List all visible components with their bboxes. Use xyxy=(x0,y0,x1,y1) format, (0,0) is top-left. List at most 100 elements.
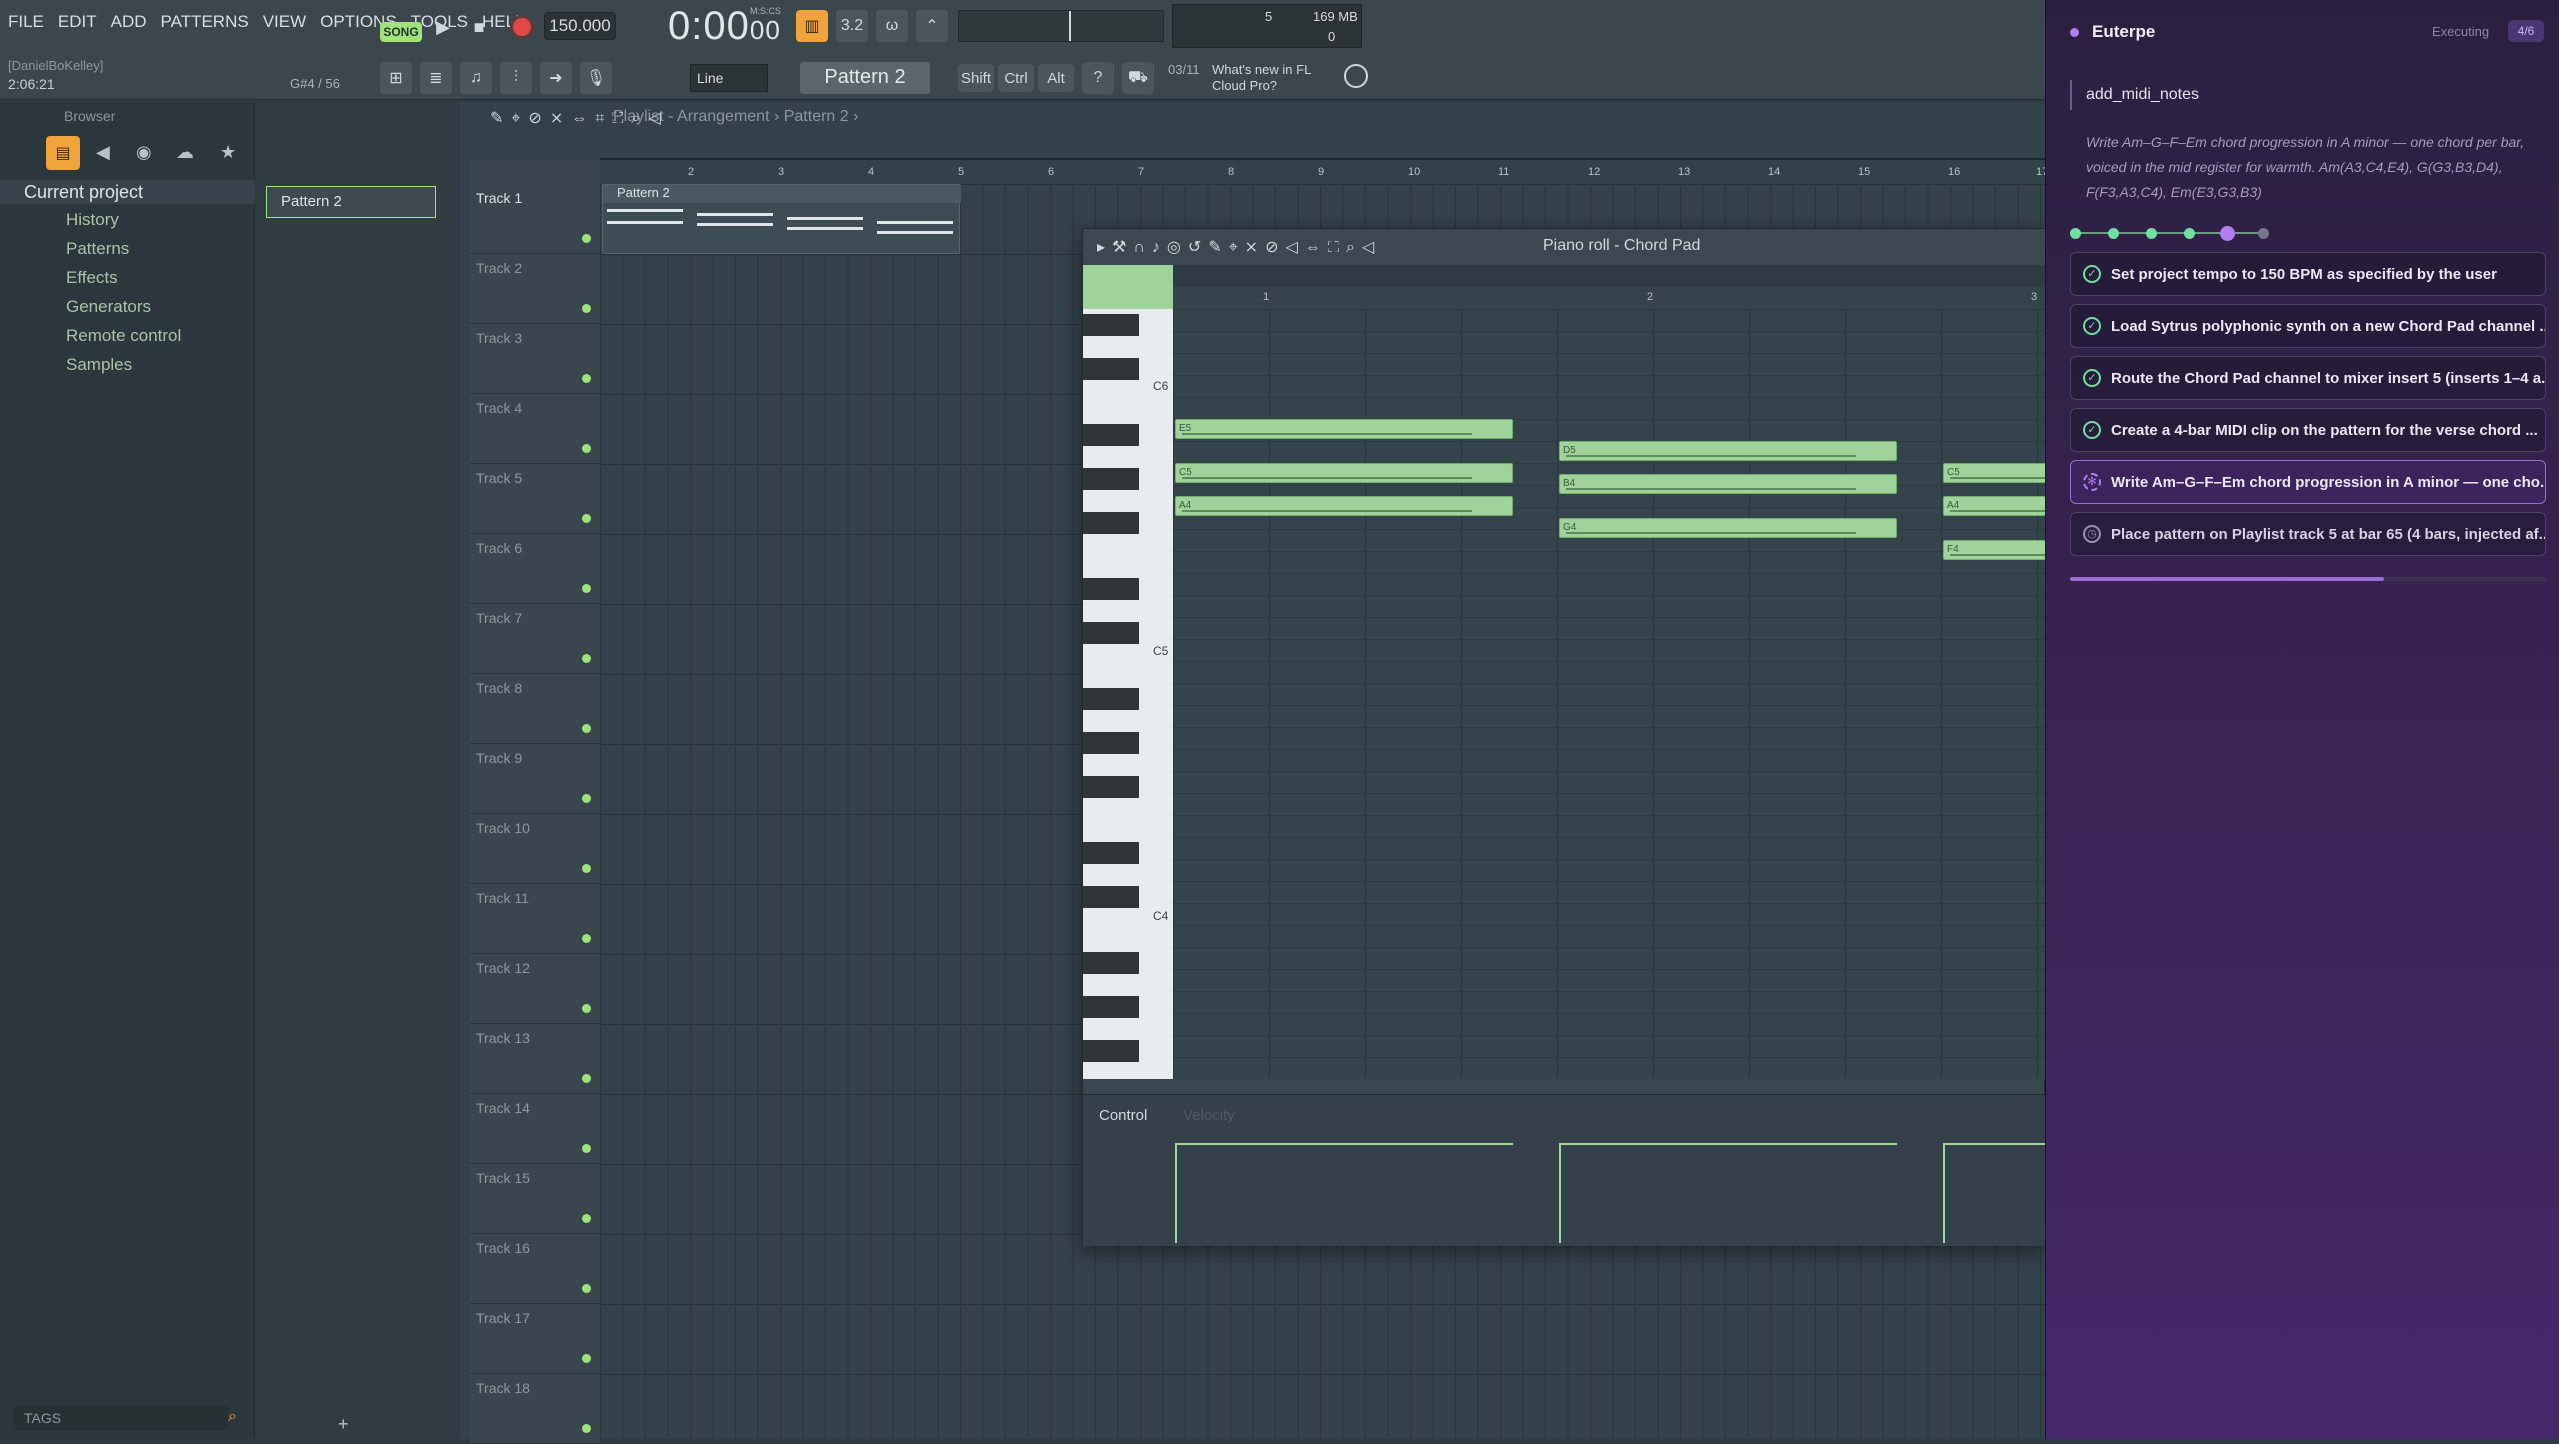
track-mute-led[interactable] xyxy=(582,934,591,943)
add-pattern-button[interactable]: + xyxy=(338,1414,349,1435)
browser-speaker-tab[interactable]: ◀ xyxy=(96,142,110,163)
midi-note[interactable]: C5 xyxy=(1175,463,1513,483)
browser-item-current-project[interactable]: Current project xyxy=(24,182,143,203)
note-preview-corner[interactable] xyxy=(1083,265,1173,310)
black-key[interactable] xyxy=(1083,688,1139,710)
track-header[interactable]: Track 8 xyxy=(470,674,600,744)
black-key[interactable] xyxy=(1083,468,1139,490)
track-mute-led[interactable] xyxy=(582,1424,591,1433)
news-ticker[interactable]: What's new in FL Cloud Pro? xyxy=(1212,62,1336,94)
track-header[interactable]: Track 16 xyxy=(470,1234,600,1304)
midi-note[interactable]: D5 xyxy=(1559,441,1897,461)
playlist-tool-icons[interactable]: ✎⌖⊘⨯⇔⌗⛶⌕◁ xyxy=(490,108,669,128)
black-key[interactable] xyxy=(1083,1040,1139,1062)
velocity-stem[interactable] xyxy=(1943,1143,1945,1243)
black-key[interactable] xyxy=(1083,732,1139,754)
menu-file[interactable]: FILE xyxy=(8,12,44,32)
song-mode-toggle[interactable]: SONG xyxy=(380,22,422,42)
globe-icon[interactable] xyxy=(1344,64,1368,88)
track-header[interactable]: Track 15 xyxy=(470,1164,600,1234)
black-key[interactable] xyxy=(1083,886,1139,908)
track-header[interactable]: Track 13 xyxy=(470,1024,600,1094)
pattern-selector[interactable]: Pattern 2 xyxy=(800,62,930,94)
midi-note[interactable]: F4 xyxy=(1943,540,2046,560)
menu-add[interactable]: ADD xyxy=(111,12,147,32)
snap-selector[interactable]: Line xyxy=(690,64,768,92)
track-header[interactable]: Track 11 xyxy=(470,884,600,954)
track-header[interactable]: Track 6 xyxy=(470,534,600,604)
agent-step-pending[interactable]: ◷ Place pattern on Playlist track 5 at ba… xyxy=(2070,512,2546,556)
piano-roll-tool-icons[interactable]: ▸⚒∩♪◎↺✎⌖⨯⊘◁⇔⛶⌕◁ xyxy=(1097,237,1381,257)
track-header[interactable]: Track 14 xyxy=(470,1094,600,1164)
track-mute-led[interactable] xyxy=(582,584,591,593)
track-header[interactable]: Track 9 xyxy=(470,744,600,814)
velocity-stem[interactable] xyxy=(1175,1143,1177,1243)
piano-roll-icon[interactable]: ♫ xyxy=(460,62,492,94)
agent-step[interactable]: ✓ Set project tempo to 150 BPM as specifi… xyxy=(2070,252,2546,296)
black-key[interactable] xyxy=(1083,952,1139,974)
pattern-item[interactable]: Pattern 2 xyxy=(266,186,436,218)
black-key[interactable] xyxy=(1083,776,1139,798)
track-mute-led[interactable] xyxy=(582,304,591,313)
black-key[interactable] xyxy=(1083,842,1139,864)
track-mute-led[interactable] xyxy=(582,1004,591,1013)
track-mute-led[interactable] xyxy=(582,1074,591,1083)
tempo-display[interactable]: 150.000 xyxy=(544,12,616,40)
track-header[interactable]: Track 2 xyxy=(470,254,600,324)
menu-edit[interactable]: EDIT xyxy=(58,12,97,32)
black-key[interactable] xyxy=(1083,358,1139,380)
browser-item-remote-control[interactable]: Remote control xyxy=(66,326,181,346)
pattern-song-icon[interactable]: ▥ xyxy=(796,10,828,42)
black-key[interactable] xyxy=(1083,424,1139,446)
track-header[interactable]: Track 7 xyxy=(470,604,600,674)
track-mute-led[interactable] xyxy=(582,1284,591,1293)
plugin-picker-icon[interactable]: ➜ xyxy=(540,62,572,94)
browser-cloud-tab[interactable]: ☁ xyxy=(176,142,194,163)
track-mute-led[interactable] xyxy=(582,234,591,243)
track-header[interactable]: Track 4 xyxy=(470,394,600,464)
track-header[interactable]: Track 5 xyxy=(470,464,600,534)
velocity-bars[interactable] xyxy=(1173,1135,2281,1245)
control-label[interactable]: Control xyxy=(1099,1107,1147,1124)
track-mute-led[interactable] xyxy=(582,864,591,873)
track-header[interactable]: Track 1 xyxy=(470,184,600,254)
agent-step[interactable]: ✓ Route the Chord Pad channel to mixer in… xyxy=(2070,356,2546,400)
track-header[interactable]: Track 3 xyxy=(470,324,600,394)
step-edit-icon[interactable]: 3.2 xyxy=(836,10,868,42)
track-mute-led[interactable] xyxy=(582,1354,591,1363)
channel-rack-icon[interactable]: ≣ xyxy=(420,62,452,94)
ctrl-key[interactable]: Ctrl xyxy=(998,64,1034,92)
microphone-icon[interactable]: 🎙 xyxy=(580,62,612,94)
track-mute-led[interactable] xyxy=(582,654,591,663)
midi-note[interactable]: E5 xyxy=(1175,419,1513,439)
browser-folder-tab[interactable]: ▤ xyxy=(46,136,80,170)
browser-item-effects[interactable]: Effects xyxy=(66,268,118,288)
menu-patterns[interactable]: PATTERNS xyxy=(161,12,249,32)
browser-plugin-tab[interactable]: ◉ xyxy=(136,142,152,163)
track-mute-led[interactable] xyxy=(582,444,591,453)
midi-note[interactable]: C5 xyxy=(1943,463,2046,483)
track-header[interactable]: Track 17 xyxy=(470,1304,600,1374)
record-button[interactable] xyxy=(510,15,534,39)
menu-view[interactable]: VIEW xyxy=(263,12,306,32)
browser-item-generators[interactable]: Generators xyxy=(66,297,151,317)
track-mute-led[interactable] xyxy=(582,1214,591,1223)
cart-icon[interactable]: ⛟ xyxy=(1122,62,1154,94)
browser-tags-field[interactable]: TAGS xyxy=(14,1406,228,1430)
track-header[interactable]: Track 12 xyxy=(470,954,600,1024)
loop-record-icon[interactable]: ω xyxy=(876,10,908,42)
track-mute-led[interactable] xyxy=(582,1144,591,1153)
play-button[interactable]: ▶ xyxy=(428,12,458,42)
track-mute-led[interactable] xyxy=(582,724,591,733)
piano-keyboard[interactable]: C6 C5 C4 xyxy=(1083,309,1173,1079)
help-bubble-icon[interactable]: ? xyxy=(1082,62,1114,94)
agent-step-active[interactable]: ✻ Write Am–G–F–Em chord progression in A … xyxy=(2070,460,2546,504)
black-key[interactable] xyxy=(1083,578,1139,600)
alt-key[interactable]: Alt xyxy=(1038,64,1074,92)
browser-item-samples[interactable]: Samples xyxy=(66,355,132,375)
black-key[interactable] xyxy=(1083,622,1139,644)
master-volume-handle[interactable] xyxy=(1069,11,1071,41)
track-mute-led[interactable] xyxy=(582,794,591,803)
midi-note[interactable]: A4 xyxy=(1175,496,1513,516)
black-key[interactable] xyxy=(1083,996,1139,1018)
